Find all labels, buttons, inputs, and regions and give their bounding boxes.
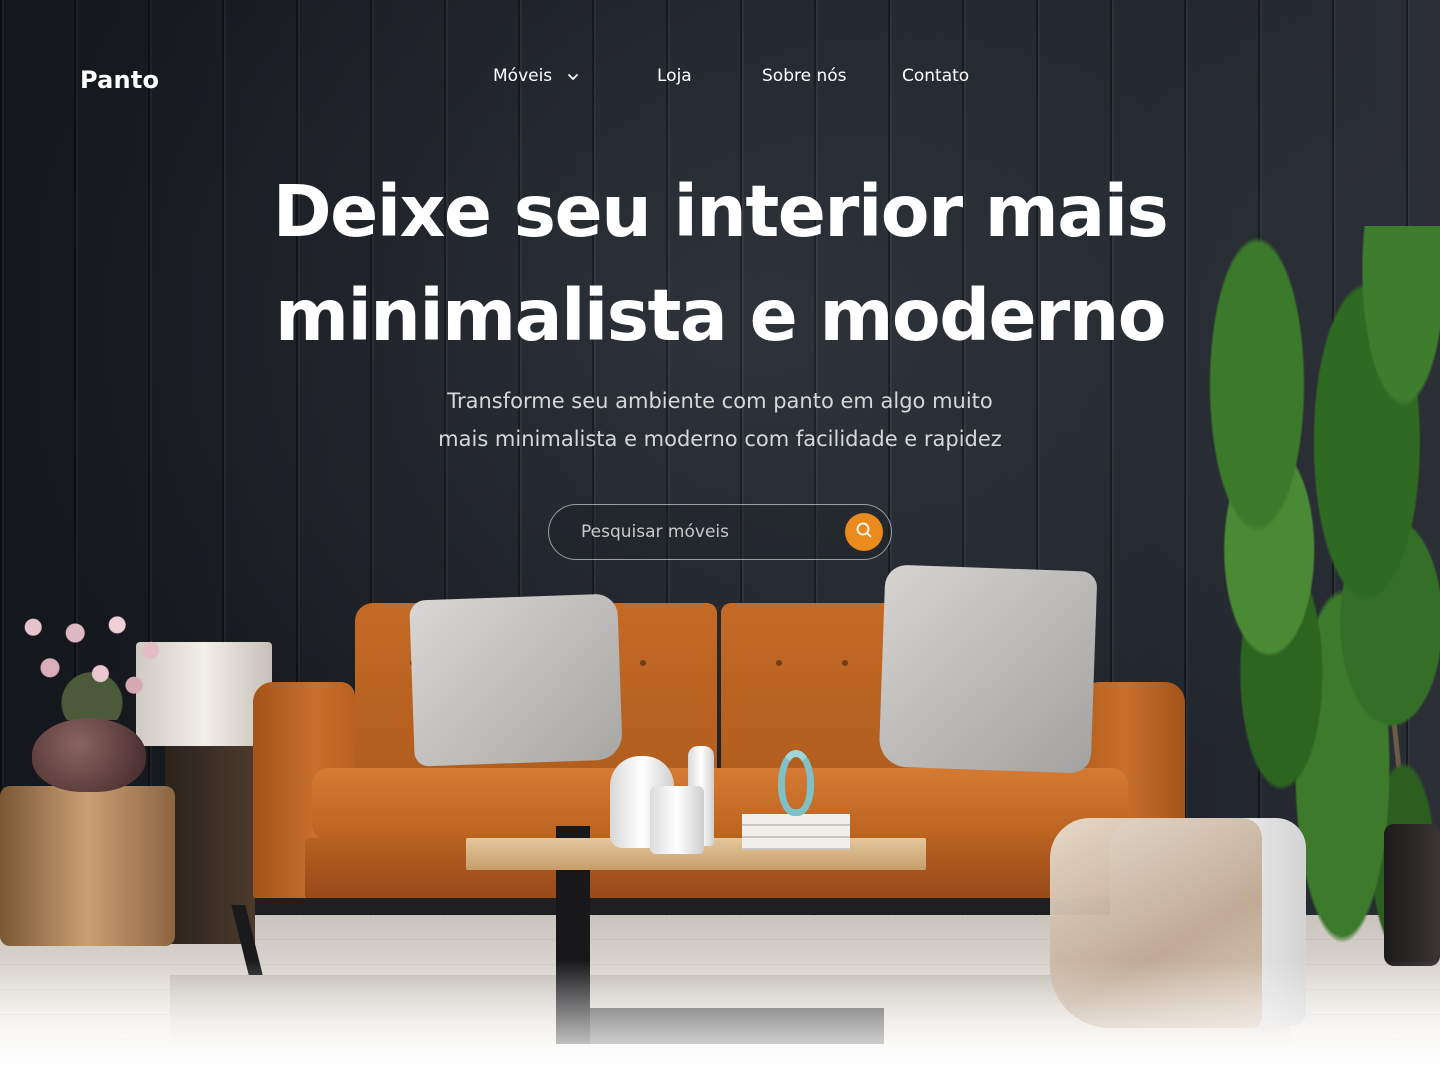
vase-image [650, 786, 704, 854]
sofa-tuft [640, 660, 646, 666]
search-icon [855, 521, 873, 544]
subtitle-line-1: Transforme seu ambiente com panto em alg… [447, 389, 993, 413]
chevron-down-icon [566, 69, 580, 83]
glass-sculpture-image [778, 750, 814, 816]
sofa-seat [312, 768, 1128, 840]
bottom-fade [0, 960, 1440, 1084]
flower-bouquet-image [8, 604, 176, 720]
pillow-left [409, 593, 623, 767]
nav-item-label: Móveis [493, 66, 553, 86]
headline-line-1: Deixe seu interior mais [272, 170, 1169, 253]
subtitle-line-2: mais minimalista e moderno com facilidad… [438, 427, 1002, 451]
nav-item-label: Contato [902, 66, 970, 86]
sofa-frame [255, 898, 1185, 914]
nav-item-moveis[interactable]: Móveis [493, 66, 580, 86]
hero-headline: Deixe seu interior mais minimalista e mo… [0, 160, 1440, 368]
nav-item-sobre-nos[interactable]: Sobre nós [762, 66, 847, 86]
nav-item-label: Loja [657, 66, 692, 86]
sofa-tuft [776, 660, 782, 666]
nav-item-loja[interactable]: Loja [657, 66, 692, 86]
nav-item-contato[interactable]: Contato [902, 66, 969, 86]
wood-stump-table-image [0, 786, 175, 946]
planter-image [1384, 824, 1440, 966]
sofa-tuft [842, 660, 848, 666]
headline-line-2: minimalista e moderno [274, 274, 1167, 357]
nav-item-label: Sobre nós [762, 66, 847, 86]
top-navigation: Panto Móveis Loja Sobre nós Contato [0, 0, 1440, 160]
pillow-right [878, 564, 1098, 774]
brand-logo[interactable]: Panto [80, 66, 159, 94]
flower-pot-image [32, 718, 146, 792]
books-image [742, 814, 850, 850]
search-bar [548, 504, 892, 560]
hero-subtitle: Transforme seu ambiente com panto em alg… [0, 382, 1440, 458]
search-button[interactable] [845, 513, 883, 551]
search-input[interactable] [581, 505, 831, 558]
